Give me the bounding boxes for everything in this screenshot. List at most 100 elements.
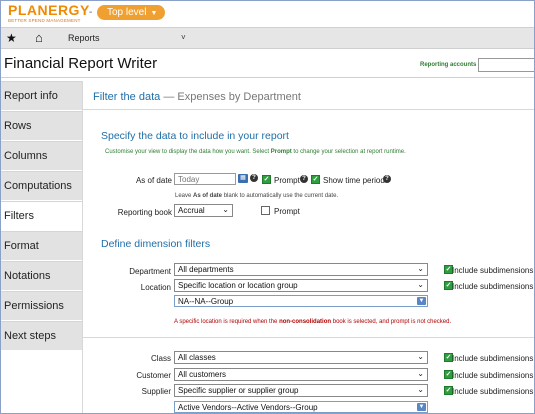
location-select[interactable]: Specific location or location group ⌄ [174, 279, 428, 292]
header-divider [1, 77, 534, 78]
class-select[interactable]: All classes ⌄ [174, 351, 428, 364]
note-text: to change your selection at report runti… [291, 149, 406, 155]
sidebar-item-label: Format [4, 240, 39, 252]
filter-heading: Filter the data — Expenses by Department [93, 91, 301, 103]
location-label: Location [140, 283, 171, 292]
app-window: PLANERGY BETTER SPEND MANAGEMENT - Top l… [0, 0, 535, 414]
filter-title: Filter the data [93, 91, 161, 103]
logo-tagline: BETTER SPEND MANAGEMENT [8, 18, 81, 23]
supplier-value: Specific supplier or supplier group [178, 386, 299, 395]
location-group-value: NA--NA--Group [178, 297, 234, 306]
star-icon[interactable]: ★ [6, 31, 17, 45]
supplier-include-subdimensions-label: Include subdimensions [452, 387, 534, 396]
department-include-subdimensions-label: Include subdimensions [452, 266, 534, 275]
class-label: Class [150, 354, 171, 363]
chevron-down-icon: ⌄ [222, 205, 229, 214]
prompt-date-label: Prompt [274, 176, 300, 185]
section-data-title: Specify the data to include in your repo… [101, 130, 289, 142]
chevron-down-icon: ⌄ [417, 385, 424, 394]
prompt-date-checkbox[interactable]: ✓ [262, 175, 271, 184]
sidebar-item-permissions[interactable]: Permissions [1, 291, 82, 321]
title-separator: - [89, 7, 93, 18]
supplier-select[interactable]: Specific supplier or supplier group ⌄ [174, 384, 428, 397]
dropdown-icon[interactable]: ▼ [417, 403, 426, 411]
sidebar-item-label: Next steps [4, 330, 56, 342]
sidebar-item-filters[interactable]: Filters [1, 201, 82, 231]
supplier-group-value: Active Vendors--Active Vendors--Group [178, 403, 318, 412]
note-text: Customise your view to display the data … [105, 149, 271, 155]
planergy-logo[interactable]: PLANERGY BETTER SPEND MANAGEMENT [8, 3, 90, 23]
supplier-label: Supplier [141, 387, 171, 396]
hint-text: Leave [175, 193, 194, 199]
sidebar-item-label: Rows [4, 120, 32, 132]
as-of-date-label: As of date [135, 176, 172, 185]
location-include-subdimensions-label: Include subdimensions [452, 282, 534, 291]
prompt-help-icon[interactable]: ? [300, 175, 308, 183]
customer-label: Customer [136, 371, 171, 380]
top-level-label: Top level [107, 7, 147, 18]
home-icon[interactable]: ⌂ [35, 30, 43, 45]
page-title: Financial Report Writer [4, 55, 158, 72]
section-data-note: Customise your view to display the data … [105, 149, 406, 155]
top-level-button[interactable]: Top level ▼ [97, 5, 166, 20]
nav-reports-link[interactable]: Reports [68, 33, 100, 43]
chevron-down-icon: ⌄ [417, 352, 424, 361]
hint-bold: As of date [193, 193, 223, 199]
sidebar-item-label: Filters [4, 210, 34, 222]
chevron-down-icon: ⌄ [417, 369, 424, 378]
sidebar-item-label: Notations [4, 270, 51, 282]
reporting-book-label: Reporting book [117, 208, 172, 217]
sidebar-item-label: Columns [4, 150, 48, 162]
class-include-subdimensions-label: Include subdimensions [452, 354, 534, 363]
sidebar-item-rows[interactable]: Rows [1, 111, 82, 141]
reporting-accounts-label: Reporting accounts [420, 62, 477, 68]
sidebar-item-computations[interactable]: Computations [1, 171, 82, 201]
reporting-book-prompt-label: Prompt [274, 207, 300, 216]
reporting-accounts-input[interactable] [478, 58, 534, 72]
location-value: Specific location or location group [178, 281, 298, 290]
location-group-field[interactable]: NA--NA--Group ▼ [174, 295, 428, 307]
help-icon[interactable]: ? [250, 174, 258, 182]
chevron-down-icon: ⌄ [417, 280, 424, 289]
department-value: All departments [178, 265, 234, 274]
chevron-down-icon: ⌄ [417, 264, 424, 273]
sidebar-item-label: Report info [4, 90, 58, 102]
department-select[interactable]: All departments ⌄ [174, 263, 428, 276]
reporting-book-value: Accrual [178, 206, 205, 215]
filter-subtitle: — Expenses by Department [163, 91, 301, 103]
customer-include-subdimensions-label: Include subdimensions [452, 371, 534, 380]
sidebar: Report info Rows Columns Computations Fi… [1, 81, 82, 413]
reporting-book-select[interactable]: Accrual ⌄ [174, 204, 233, 217]
sidebar-filler [1, 355, 82, 413]
sidebar-item-columns[interactable]: Columns [1, 141, 82, 171]
show-time-period-label: Show time period [323, 176, 385, 185]
top-bar: PLANERGY BETTER SPEND MANAGEMENT - Top l… [1, 1, 534, 25]
error-bold: non-consolidation [279, 319, 332, 325]
filter-divider [83, 109, 534, 110]
dropdown-icon[interactable]: ▼ [417, 297, 426, 305]
supplier-group-field[interactable]: Active Vendors--Active Vendors--Group ▼ [174, 401, 428, 413]
as-of-date-input[interactable] [174, 173, 236, 185]
nav-bar: ★ ⌂ Reports ˅ [1, 27, 534, 49]
sidebar-item-label: Computations [4, 180, 72, 192]
sidebar-item-notations[interactable]: Notations [1, 261, 82, 291]
error-text: A specific location is required when the [174, 319, 280, 325]
location-error-message: A specific location is required when the… [174, 319, 451, 325]
as-of-date-hint: Leave As of date blank to automatically … [175, 193, 338, 199]
sidebar-item-report-info[interactable]: Report info [1, 81, 82, 111]
customer-select[interactable]: All customers ⌄ [174, 368, 428, 381]
sidebar-item-label: Permissions [4, 300, 64, 312]
customer-value: All customers [178, 370, 227, 379]
error-text: book is selected, and prompt is not chec… [331, 319, 452, 325]
filters-panel: Filter the data — Expenses by Department… [82, 81, 534, 413]
show-time-period-checkbox[interactable]: ✓ [311, 175, 320, 184]
logo-wordmark: PLANERGY [8, 2, 90, 18]
section-dimensions-title: Define dimension filters [101, 238, 211, 250]
calendar-icon[interactable]: ▦ [238, 174, 248, 183]
time-period-help-icon[interactable]: ? [383, 175, 391, 183]
nav-chevron-down-icon[interactable]: ˅ [181, 33, 186, 42]
sidebar-item-format[interactable]: Format [1, 231, 82, 261]
reporting-book-prompt-checkbox[interactable] [261, 206, 270, 215]
sidebar-item-next-steps[interactable]: Next steps [1, 321, 82, 351]
chevron-down-icon: ▼ [150, 10, 158, 17]
